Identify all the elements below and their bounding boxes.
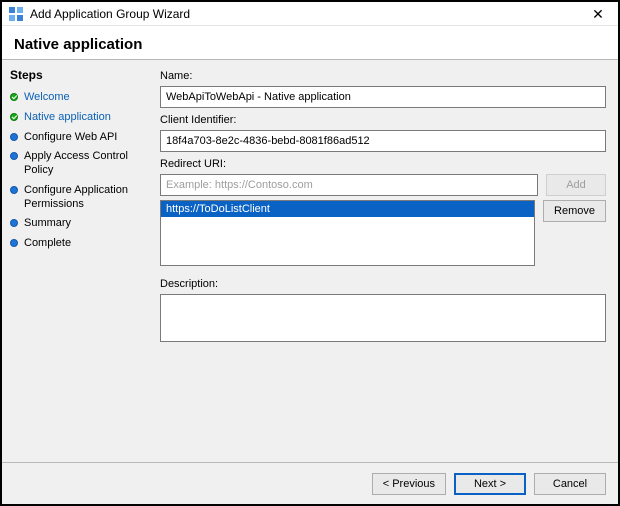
- name-label: Name:: [160, 70, 606, 82]
- step-label: Summary: [24, 217, 71, 231]
- step-item[interactable]: Welcome: [10, 88, 144, 108]
- form-panel: Name: Client Identifier: Redirect URI: A…: [152, 60, 618, 462]
- step-item[interactable]: Configure Application Permissions: [10, 181, 144, 215]
- step-pending-icon: [10, 133, 18, 141]
- step-item[interactable]: Native application: [10, 108, 144, 128]
- wizard-body: Steps Welcome Native application Configure…: [2, 60, 618, 462]
- step-done-icon: [10, 93, 18, 101]
- client-id-field[interactable]: [160, 130, 606, 152]
- steps-panel: Steps Welcome Native application Configure…: [2, 60, 152, 462]
- step-pending-icon: [10, 186, 18, 194]
- add-button[interactable]: Add: [546, 174, 606, 196]
- step-item[interactable]: Configure Web API: [10, 128, 144, 148]
- list-item[interactable]: https://ToDoListClient: [161, 201, 534, 217]
- step-label: Complete: [24, 237, 71, 251]
- step-label: Native application: [24, 111, 111, 125]
- step-label: Apply Access Control Policy: [24, 150, 144, 178]
- close-icon[interactable]: ✕: [584, 7, 612, 21]
- step-label: Configure Application Permissions: [24, 184, 144, 212]
- step-pending-icon: [10, 152, 18, 160]
- remove-button[interactable]: Remove: [543, 200, 606, 222]
- step-pending-icon: [10, 239, 18, 247]
- previous-button[interactable]: < Previous: [372, 473, 446, 495]
- client-id-label: Client Identifier:: [160, 114, 606, 126]
- steps-heading: Steps: [10, 68, 144, 82]
- step-item[interactable]: Complete: [10, 234, 144, 254]
- description-label: Description:: [160, 278, 606, 290]
- redirect-uri-list[interactable]: https://ToDoListClient: [160, 200, 535, 266]
- name-field[interactable]: [160, 86, 606, 108]
- app-group-icon: [8, 6, 24, 22]
- description-field[interactable]: [160, 294, 606, 342]
- step-pending-icon: [10, 219, 18, 227]
- wizard-footer: < Previous Next > Cancel: [2, 462, 618, 504]
- titlebar: Add Application Group Wizard ✕: [2, 2, 618, 26]
- page-title: Native application: [2, 26, 618, 60]
- next-button[interactable]: Next >: [454, 473, 526, 495]
- window-title: Add Application Group Wizard: [30, 7, 584, 21]
- step-item[interactable]: Summary: [10, 214, 144, 234]
- step-item[interactable]: Apply Access Control Policy: [10, 147, 144, 181]
- redirect-uri-label: Redirect URI:: [160, 158, 606, 170]
- step-label: Welcome: [24, 91, 70, 105]
- step-done-icon: [10, 113, 18, 121]
- step-label: Configure Web API: [24, 131, 117, 145]
- redirect-uri-input[interactable]: [160, 174, 538, 196]
- wizard-window: Add Application Group Wizard ✕ Native ap…: [2, 2, 618, 504]
- cancel-button[interactable]: Cancel: [534, 473, 606, 495]
